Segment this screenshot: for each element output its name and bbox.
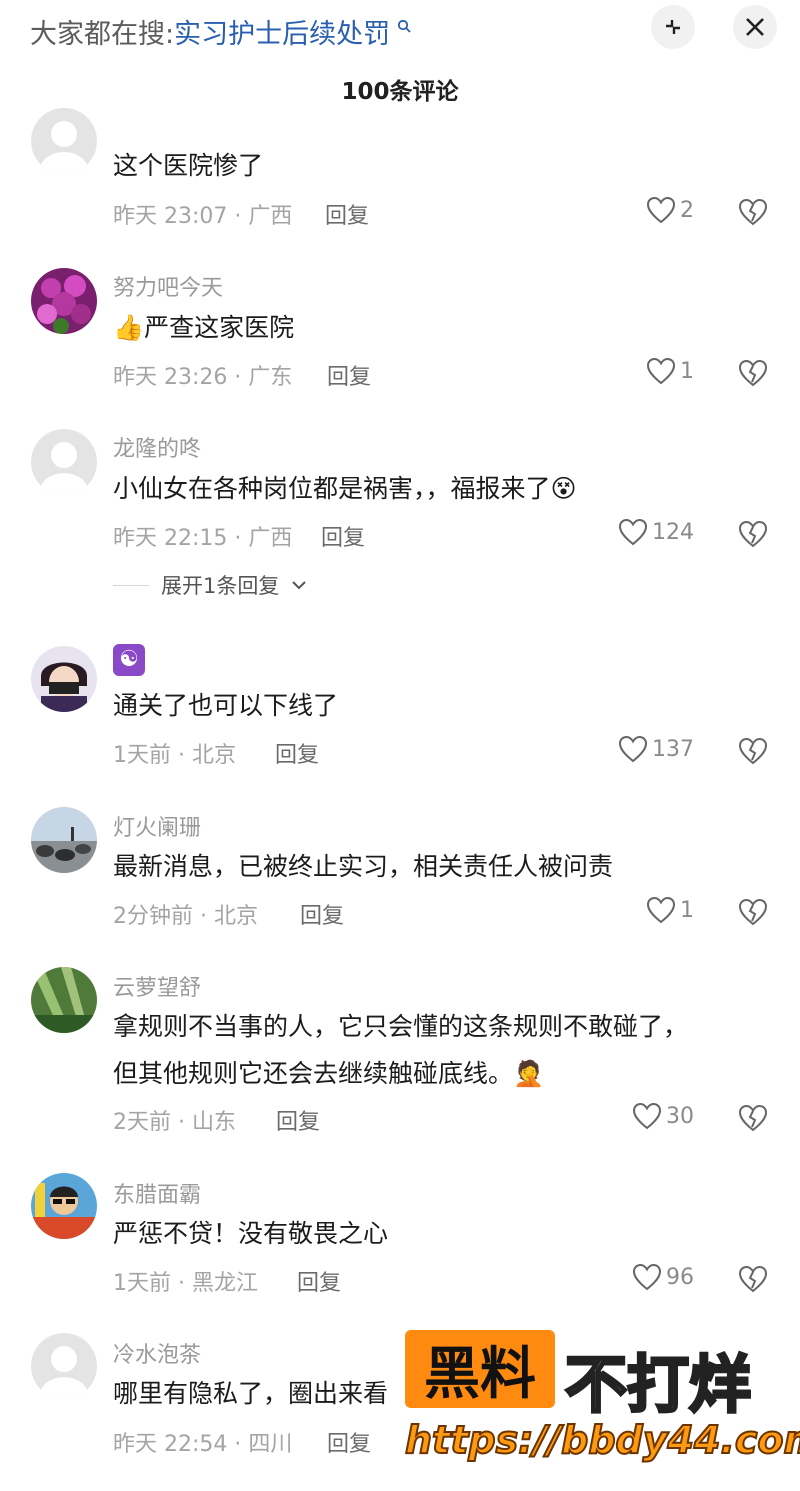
like-count: 124	[652, 519, 694, 545]
broken-heart-icon[interactable]	[738, 736, 768, 766]
like-button[interactable]: 1	[646, 896, 694, 924]
broken-heart-icon[interactable]	[738, 1264, 768, 1294]
like-count: 137	[652, 736, 694, 762]
watermark-logo-box: 黑料	[405, 1330, 555, 1408]
avatar[interactable]	[31, 429, 97, 495]
reply-button[interactable]: 回复	[327, 359, 371, 391]
comment-text: 严惩不贷！没有敬畏之心	[113, 1219, 389, 1248]
comment-time-location: 1天前 · 黑龙江	[113, 1271, 258, 1296]
close-button[interactable]	[733, 5, 777, 49]
collapse-icon	[666, 20, 680, 34]
comment-text-line-1: 拿规则不当事的人，它只会懂的这条规则不敢碰了，	[113, 1012, 689, 1041]
like-count: 96	[666, 1264, 694, 1290]
reply-button[interactable]: 回复	[276, 1104, 320, 1136]
like-count: 30	[666, 1103, 694, 1129]
comment-text-line-2: 但其他规则它还会去继续触碰底线。🤦	[113, 1049, 544, 1099]
expand-replies-label: 展开1条回复	[161, 574, 280, 598]
comment-text: 这个医院惨了	[113, 151, 264, 180]
search-icon	[392, 19, 411, 37]
broken-heart-icon[interactable]	[738, 519, 768, 549]
search-prefix: 大家都在搜:	[30, 19, 175, 50]
heart-icon	[618, 518, 648, 546]
heart-icon	[632, 1263, 662, 1291]
like-button[interactable]: 96	[632, 1263, 694, 1291]
heart-icon	[646, 357, 676, 385]
comment-count: 100条评论	[341, 79, 459, 105]
comment-text: 最新消息，已被终止实习，相关责任人被问责	[113, 852, 614, 881]
comment-list[interactable]: 这个医院惨了 昨天 23:07 · 广西 回复 2 努力吧今天 👍严查这家医院 …	[0, 0, 800, 1491]
search-term[interactable]: 实习护士后续处罚	[174, 19, 390, 50]
yin-yang-icon: ☯	[113, 644, 145, 676]
heart-icon	[646, 896, 676, 924]
heart-icon	[632, 1102, 662, 1130]
comment-time-location: 昨天 22:15 · 广西	[113, 526, 293, 551]
avatar[interactable]	[31, 268, 97, 334]
top-bar: 大家都在搜:实习护士后续处罚	[0, 0, 800, 56]
username[interactable]: 云萝望舒	[113, 970, 201, 1002]
comment-text: 严查这家医院	[144, 313, 295, 342]
like-count: 1	[680, 897, 694, 923]
reply-button[interactable]: 回复	[327, 1426, 371, 1458]
avatar[interactable]	[31, 1333, 97, 1399]
like-count: 1	[680, 358, 694, 384]
comment-time-location: 2分钟前 · 北京	[113, 904, 258, 929]
username[interactable]: 灯火阑珊	[113, 810, 201, 842]
like-button[interactable]: 30	[632, 1102, 694, 1130]
comment-time-location: 昨天 23:26 · 广东	[113, 365, 293, 390]
facepalm-emoji: 🤦	[513, 1059, 545, 1088]
username[interactable]: 冷水泡茶	[113, 1337, 201, 1369]
close-icon	[746, 18, 764, 36]
comment-text: 小仙女在各种岗位都是祸害，，福报来了	[113, 474, 551, 503]
dizzy-face-emoji: 😵	[550, 474, 577, 503]
expand-replies-button[interactable]: 展开1条回复	[113, 570, 307, 600]
avatar[interactable]	[31, 967, 97, 1033]
username[interactable]: 龙隆的咚	[113, 431, 201, 463]
broken-heart-icon[interactable]	[738, 1103, 768, 1133]
like-button[interactable]: 2	[646, 196, 694, 224]
reply-button[interactable]: 回复	[321, 520, 365, 552]
comment-time-location: 2天前 · 山东	[113, 1110, 236, 1135]
watermark: 黑料 不打烊 https://bbdy44.com	[404, 1328, 800, 1478]
comment-text: 但其他规则它还会去继续触碰底线。	[113, 1059, 514, 1088]
comment-text-row: 小仙女在各种岗位都是祸害，，福报来了😵	[113, 464, 577, 514]
reply-button[interactable]: 回复	[297, 1265, 341, 1297]
chevron-down-icon	[292, 581, 307, 590]
collapse-button[interactable]	[651, 5, 695, 49]
avatar[interactable]	[31, 108, 97, 174]
watermark-text: 不打烊	[563, 1347, 752, 1423]
reply-button[interactable]: 回复	[300, 898, 344, 930]
comment-text-row: 👍严查这家医院	[113, 303, 294, 353]
avatar[interactable]	[31, 1173, 97, 1239]
like-button[interactable]: 1	[646, 357, 694, 385]
comment-time-location: 昨天 23:07 · 广西	[113, 204, 293, 229]
reply-button[interactable]: 回复	[275, 737, 319, 769]
avatar[interactable]	[31, 646, 97, 712]
comment-time-location: 昨天 22:54 · 四川	[113, 1432, 293, 1457]
avatar[interactable]	[31, 807, 97, 873]
like-button[interactable]: 137	[618, 735, 694, 763]
like-button[interactable]: 124	[618, 518, 694, 546]
thumbs-up-emoji: 👍	[113, 313, 145, 342]
comment-text: 通关了也可以下线了	[113, 691, 339, 720]
username[interactable]: 东腊面霸	[113, 1177, 201, 1209]
reply-button[interactable]: 回复	[325, 198, 369, 230]
broken-heart-icon[interactable]	[738, 358, 768, 388]
heart-icon	[646, 196, 676, 224]
comment-text: 哪里有隐私了，圈出来看	[113, 1379, 389, 1408]
username[interactable]: ☯	[113, 644, 145, 676]
broken-heart-icon[interactable]	[738, 897, 768, 927]
like-count: 2	[680, 197, 694, 223]
comment-time-location: 1天前 · 北京	[113, 743, 236, 768]
expand-divider	[113, 584, 149, 586]
broken-heart-icon[interactable]	[738, 197, 768, 227]
username[interactable]: 努力吧今天	[113, 270, 223, 302]
trending-search[interactable]: 大家都在搜:实习护士后续处罚	[30, 10, 411, 53]
heart-icon	[618, 735, 648, 763]
watermark-url: https://bbdy44.com	[404, 1417, 800, 1463]
